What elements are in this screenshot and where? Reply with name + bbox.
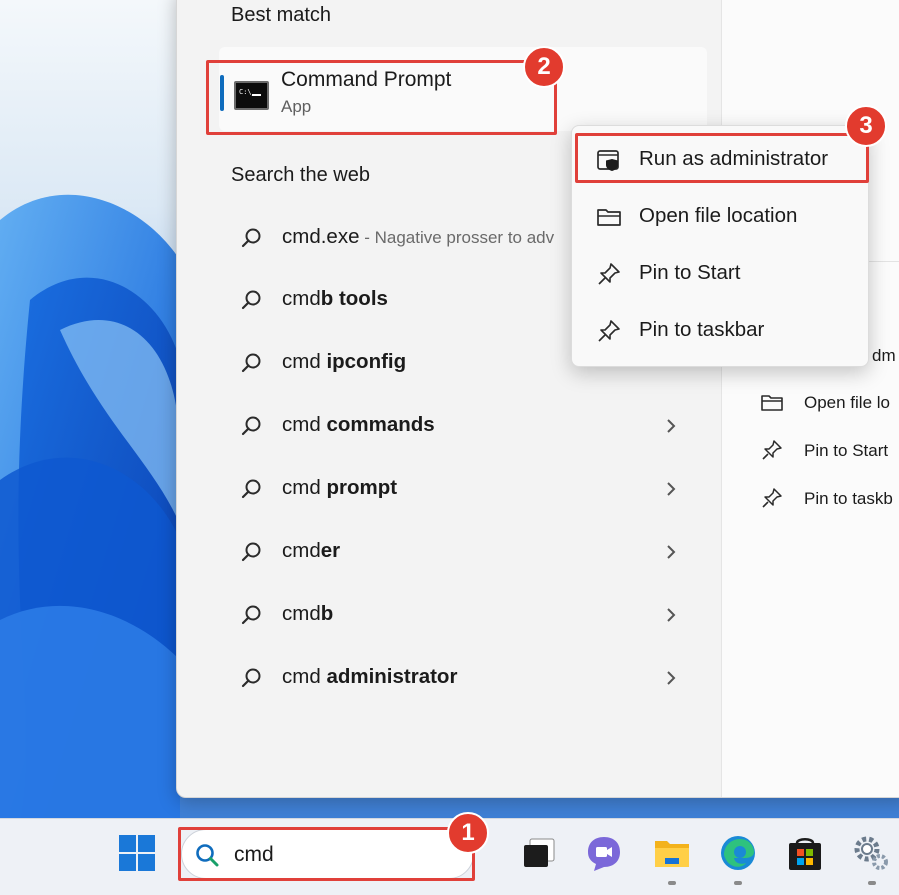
suggestion-label: cmdb	[282, 602, 334, 625]
search-icon	[241, 542, 261, 562]
settings-icon[interactable]	[851, 833, 891, 873]
context-pin-to-start[interactable]: Pin to Start	[572, 247, 870, 299]
suggestion-label: cmder	[282, 539, 341, 562]
running-indicator	[734, 881, 742, 885]
teams-chat-icon[interactable]	[584, 833, 624, 873]
suggestion-label: cmd administrator	[282, 665, 458, 688]
details-action-open-file-location[interactable]: Open file lo	[804, 393, 890, 413]
step-badge-3: 3	[845, 105, 887, 147]
task-view-icon[interactable]	[520, 833, 560, 873]
search-icon	[241, 353, 261, 373]
context-item-label: Pin to Start	[639, 261, 741, 284]
suggestion-label: cmd.exe - Nagative prosser to adv	[282, 225, 555, 248]
running-indicator	[668, 881, 676, 885]
search-icon	[241, 668, 261, 688]
context-pin-to-taskbar[interactable]: Pin to taskbar	[572, 304, 870, 356]
suggestion-label: cmd ipconfig	[282, 350, 407, 373]
edge-icon[interactable]	[718, 833, 758, 873]
pin-icon	[762, 440, 782, 460]
chevron-right-icon[interactable]	[663, 669, 679, 687]
web-suggestion-item[interactable]: cmder	[219, 525, 707, 579]
details-action-pin-to-start[interactable]: Pin to Start	[804, 441, 888, 461]
chevron-right-icon[interactable]	[663, 543, 679, 561]
suggestion-label: cmd commands	[282, 413, 435, 436]
suggestion-label: cmd prompt	[282, 476, 398, 499]
context-item-label: Pin to taskbar	[639, 318, 765, 341]
suggestion-label: cmdb tools	[282, 287, 388, 310]
context-open-file-location[interactable]: Open file location	[572, 190, 870, 242]
pin-icon	[598, 320, 620, 342]
search-icon	[241, 479, 261, 499]
folder-icon	[597, 209, 621, 226]
file-explorer-icon[interactable]	[652, 833, 692, 873]
web-suggestion-item[interactable]: cmd commands	[219, 399, 707, 453]
best-match-heading: Best match	[231, 4, 332, 26]
web-suggestion-item[interactable]: cmd administrator	[219, 651, 707, 705]
step-badge-2: 2	[523, 46, 565, 88]
search-icon	[241, 416, 261, 436]
highlight-best-match	[206, 60, 557, 135]
web-suggestion-item[interactable]: cmdb	[219, 588, 707, 642]
store-icon[interactable]	[785, 833, 825, 873]
chevron-right-icon[interactable]	[663, 417, 679, 435]
chevron-right-icon[interactable]	[663, 606, 679, 624]
pin-icon	[762, 488, 782, 508]
start-icon[interactable]	[117, 833, 157, 873]
details-partial-item[interactable]: dm	[872, 346, 896, 366]
search-icon	[241, 228, 261, 248]
highlight-run-as-admin	[575, 133, 869, 183]
context-item-label: Open file location	[639, 204, 798, 227]
pin-icon	[598, 263, 620, 285]
web-suggestion-item[interactable]: cmd prompt	[219, 462, 707, 516]
highlight-search-box	[178, 827, 475, 881]
chevron-right-icon[interactable]	[663, 480, 679, 498]
search-web-heading: Search the web	[231, 164, 370, 186]
search-icon	[241, 605, 261, 625]
details-action-pin-to-taskbar[interactable]: Pin to taskb	[804, 489, 893, 509]
running-indicator	[868, 881, 876, 885]
search-icon	[241, 290, 261, 310]
folder-icon	[761, 395, 783, 411]
step-badge-1: 1	[447, 812, 489, 854]
